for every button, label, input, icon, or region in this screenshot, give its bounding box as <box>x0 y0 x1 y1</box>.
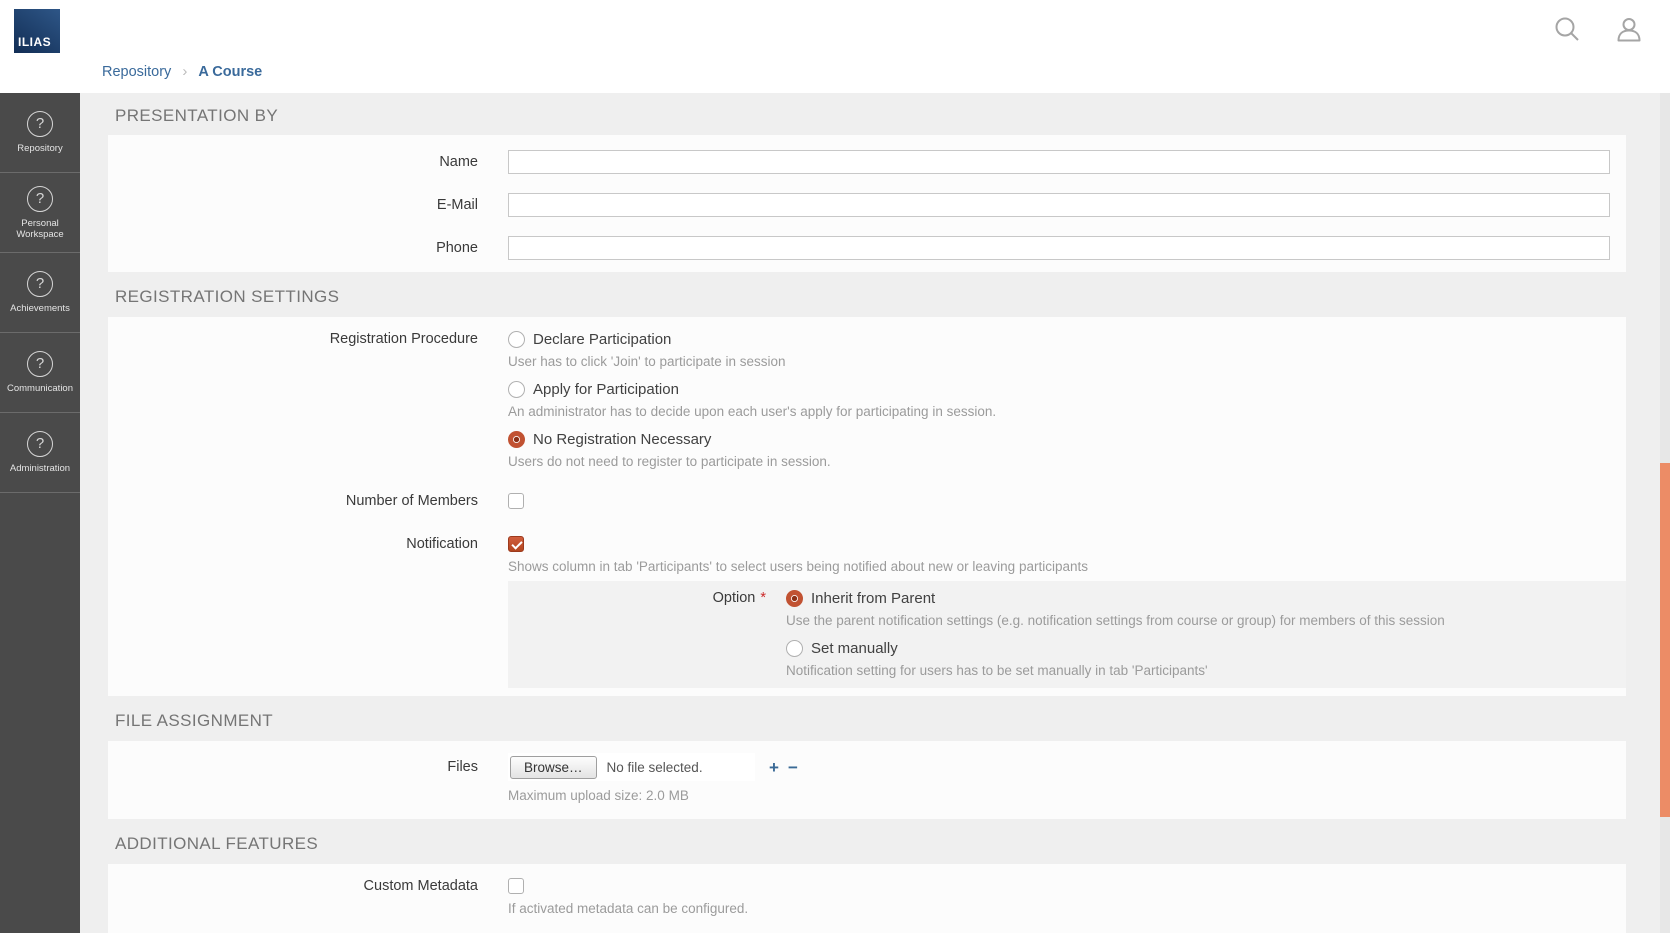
option-apply-for-participation: Apply for Participation An administrator… <box>508 377 996 423</box>
number-of-members-checkbox[interactable] <box>508 493 524 509</box>
help-circle-icon <box>27 351 53 377</box>
file-assignment-panel: Files Browse… No file selected. + − Maxi… <box>108 741 1626 819</box>
notification-help: Shows column in tab 'Participants' to se… <box>508 556 1088 578</box>
file-status-text: No file selected. <box>607 760 703 775</box>
registration-procedure-row: Registration Procedure Declare Participa… <box>108 327 1626 473</box>
notification-option-options: Inherit from Parent Use the parent notif… <box>786 586 1445 682</box>
scrollbar-thumb[interactable] <box>1660 463 1670 817</box>
sidebar-item-personal-workspace[interactable]: Personal Workspace <box>0 173 80 253</box>
radio-option-label: Inherit from Parent <box>811 590 935 607</box>
main-content: PRESENTATION BY Name E-Mail Phone REGIST… <box>80 93 1660 933</box>
radio-option-label: Apply for Participation <box>533 381 679 398</box>
email-field[interactable] <box>508 193 1610 217</box>
sidebar-item-repository[interactable]: Repository <box>0 93 80 173</box>
sidebar: Repository Personal Workspace Achievemen… <box>0 93 80 933</box>
custom-metadata-checkbox[interactable] <box>508 878 524 894</box>
topbar-actions <box>1552 15 1644 50</box>
number-of-members-label: Number of Members <box>108 489 478 513</box>
sidebar-item-label: Repository <box>15 143 64 154</box>
presentation-panel: Name E-Mail Phone <box>108 135 1626 272</box>
upload-size-help: Maximum upload size: 2.0 MB <box>508 785 798 807</box>
option-declare-participation: Declare Participation User has to click … <box>508 327 996 373</box>
email-label: E-Mail <box>108 193 478 217</box>
no-registration-necessary-radio[interactable] <box>508 431 525 448</box>
user-icon[interactable] <box>1614 15 1644 50</box>
registration-procedure-label: Registration Procedure <box>108 327 478 351</box>
sidebar-item-label: Communication <box>5 383 75 394</box>
scrollbar-track[interactable] <box>1660 93 1670 933</box>
radio-option-help: User has to click 'Join' to participate … <box>508 351 996 373</box>
name-input[interactable] <box>508 150 1610 174</box>
number-of-members-row: Number of Members <box>108 489 1626 513</box>
phone-label: Phone <box>108 236 478 260</box>
additional-features-panel: Custom Metadata If activated metadata ca… <box>108 864 1626 933</box>
name-label: Name <box>108 150 478 174</box>
section-title-file-assignment: FILE ASSIGNMENT <box>115 710 1660 732</box>
custom-metadata-row: Custom Metadata If activated metadata ca… <box>108 874 1626 920</box>
phone-field[interactable] <box>508 236 1610 260</box>
notification-row: Notification Shows column in tab 'Partic… <box>108 532 1626 578</box>
help-circle-icon <box>27 271 53 297</box>
required-asterisk: * <box>760 590 766 606</box>
sidebar-item-label: Personal Workspace <box>0 218 80 240</box>
breadcrumb-separator-icon: › <box>182 63 187 80</box>
notification-checkbox[interactable] <box>508 536 524 552</box>
notification-label: Notification <box>108 532 478 556</box>
option-no-registration-necessary: No Registration Necessary Users do not n… <box>508 427 996 473</box>
name-row: Name <box>108 140 1626 183</box>
custom-metadata-label: Custom Metadata <box>108 874 478 898</box>
browse-button[interactable]: Browse… <box>510 756 597 779</box>
help-circle-icon <box>27 186 53 212</box>
phone-row: Phone <box>108 226 1626 269</box>
search-icon[interactable] <box>1552 15 1582 50</box>
email-row: E-Mail <box>108 183 1626 226</box>
radio-option-label: No Registration Necessary <box>533 431 711 448</box>
section-title-presentation-by: PRESENTATION BY <box>115 105 1660 127</box>
sidebar-item-communication[interactable]: Communication <box>0 333 80 413</box>
radio-option-label: Declare Participation <box>533 331 671 348</box>
files-row: Files Browse… No file selected. + − Maxi… <box>108 753 1626 807</box>
registration-panel: Registration Procedure Declare Participa… <box>108 317 1626 696</box>
logo-text: ILIAS <box>18 35 51 49</box>
breadcrumb-a-course[interactable]: A Course <box>198 64 262 80</box>
registration-procedure-options: Declare Participation User has to click … <box>508 327 996 473</box>
sidebar-item-achievements[interactable]: Achievements <box>0 253 80 333</box>
notification-control: Shows column in tab 'Participants' to se… <box>508 532 1088 578</box>
remove-file-button[interactable]: − <box>788 759 798 776</box>
custom-metadata-help: If activated metadata can be configured. <box>508 898 748 920</box>
sidebar-item-label: Administration <box>8 463 72 474</box>
top-bar: ILIAS Repository › A Course <box>0 0 1670 93</box>
files-label: Files <box>108 753 478 781</box>
file-input[interactable]: Browse… No file selected. <box>508 753 755 781</box>
section-title-registration-settings: REGISTRATION SETTINGS <box>115 286 1660 308</box>
breadcrumb: Repository › A Course <box>102 63 262 80</box>
sidebar-item-administration[interactable]: Administration <box>0 413 80 493</box>
add-file-button[interactable]: + <box>769 759 779 776</box>
notification-option-subpanel: Option* Inherit from Parent Use the pare… <box>508 581 1626 688</box>
help-circle-icon <box>27 431 53 457</box>
breadcrumb-repository[interactable]: Repository <box>102 64 171 80</box>
radio-option-help: Use the parent notification settings (e.… <box>786 610 1445 632</box>
apply-for-participation-radio[interactable] <box>508 381 525 398</box>
help-circle-icon <box>27 111 53 137</box>
declare-participation-radio[interactable] <box>508 331 525 348</box>
option-inherit-from-parent: Inherit from Parent Use the parent notif… <box>786 586 1445 632</box>
radio-option-label: Set manually <box>811 640 898 657</box>
custom-metadata-control: If activated metadata can be configured. <box>508 874 748 920</box>
radio-option-help: Users do not need to register to partici… <box>508 451 996 473</box>
option-set-manually: Set manually Notification setting for us… <box>786 636 1445 682</box>
inherit-from-parent-radio[interactable] <box>786 590 803 607</box>
radio-option-help: Notification setting for users has to be… <box>786 660 1445 682</box>
set-manually-radio[interactable] <box>786 640 803 657</box>
ilias-logo[interactable]: ILIAS <box>14 9 60 53</box>
radio-option-help: An administrator has to decide upon each… <box>508 401 996 423</box>
sidebar-item-label: Achievements <box>8 303 72 314</box>
option-label: Option* <box>508 586 766 610</box>
section-title-additional-features: ADDITIONAL FEATURES <box>115 833 1660 855</box>
